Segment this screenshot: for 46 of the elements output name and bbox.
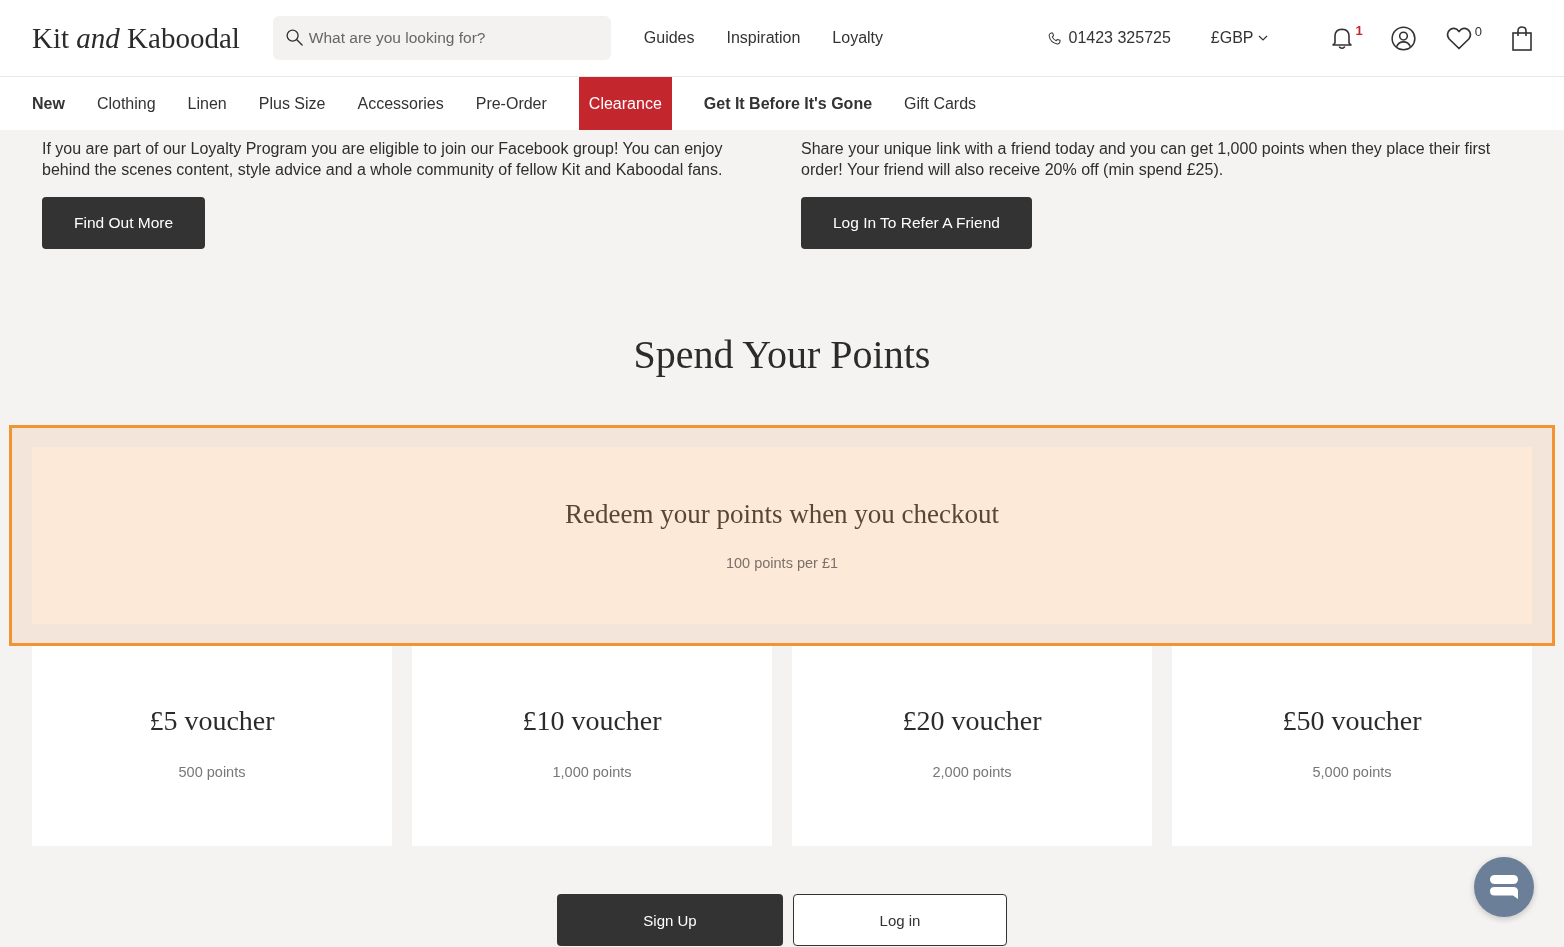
voucher-points: 2,000 points: [932, 763, 1012, 782]
sign-up-button[interactable]: Sign Up: [557, 894, 783, 946]
chat-button[interactable]: [1474, 857, 1534, 917]
notifications-button[interactable]: 1: [1330, 26, 1363, 50]
user-icon: [1390, 25, 1416, 51]
category-link[interactable]: Clothing: [96, 77, 156, 130]
voucher-points: 500 points: [178, 763, 246, 782]
category-link[interactable]: Gift Cards: [904, 77, 977, 130]
search-icon: [285, 29, 303, 46]
category-link[interactable]: Plus Size: [258, 77, 326, 130]
shopping-bag-icon: [1512, 25, 1532, 51]
currency-selector[interactable]: £GBP: [1210, 29, 1268, 47]
category-link[interactable]: New: [32, 77, 65, 130]
category-link[interactable]: Clearance: [578, 77, 672, 130]
wishlist-button[interactable]: 0: [1445, 26, 1482, 50]
voucher-title: £20 voucher: [902, 704, 1042, 738]
voucher-title: £10 voucher: [522, 704, 662, 738]
nav-link[interactable]: Inspiration: [726, 29, 801, 47]
promo-button[interactable]: Find Out More: [42, 197, 206, 249]
voucher-title: £50 voucher: [1282, 704, 1422, 738]
banner-title: Redeem your points when you checkout: [564, 498, 1000, 530]
phone-icon: [1047, 31, 1061, 45]
nav-link[interactable]: Loyalty: [832, 29, 884, 47]
bell-icon: [1330, 26, 1353, 50]
account-button[interactable]: [1390, 25, 1416, 51]
promo-text: Share your unique link with a friend today and you can get 1,000 points when they place their first order! Your friend will also receive 20% off (min spend £25).: [801, 139, 1492, 180]
voucher-points: 5,000 points: [1312, 763, 1392, 782]
category-link[interactable]: Get It Before It's Gone: [703, 77, 873, 130]
voucher-points: 1,000 points: [552, 763, 632, 782]
section-heading: Spend Your Points: [633, 332, 931, 378]
banner-subtitle: 100 points per £1: [725, 554, 839, 573]
search-field[interactable]: What are you looking for?: [272, 16, 611, 60]
chevron-down-icon: [1257, 35, 1268, 41]
voucher-title: £5 voucher: [149, 704, 275, 738]
nav-link[interactable]: Guides: [643, 29, 695, 47]
category-link[interactable]: Pre-Order: [475, 77, 547, 130]
brand-logo[interactable]: Kit and Kaboodal: [32, 21, 240, 55]
heart-icon: [1445, 26, 1472, 50]
shopping-bag-button[interactable]: [1512, 25, 1532, 51]
promo-text: If you are part of our Loyalty Program you are eligible to join our Facebook group! You can enjoy behind the scenes content, style advice and a whole community of fellow Kit and Kaboodal fans.: [42, 139, 724, 180]
chat-bubble-icon: [1489, 874, 1519, 900]
promo-button[interactable]: Log In To Refer A Friend: [801, 197, 1032, 249]
category-link[interactable]: Linen: [187, 77, 227, 130]
phone-link[interactable]: 01423 325725: [1047, 29, 1171, 47]
log-in-button[interactable]: Log in: [793, 894, 1007, 946]
category-link[interactable]: Accessories: [357, 77, 444, 130]
